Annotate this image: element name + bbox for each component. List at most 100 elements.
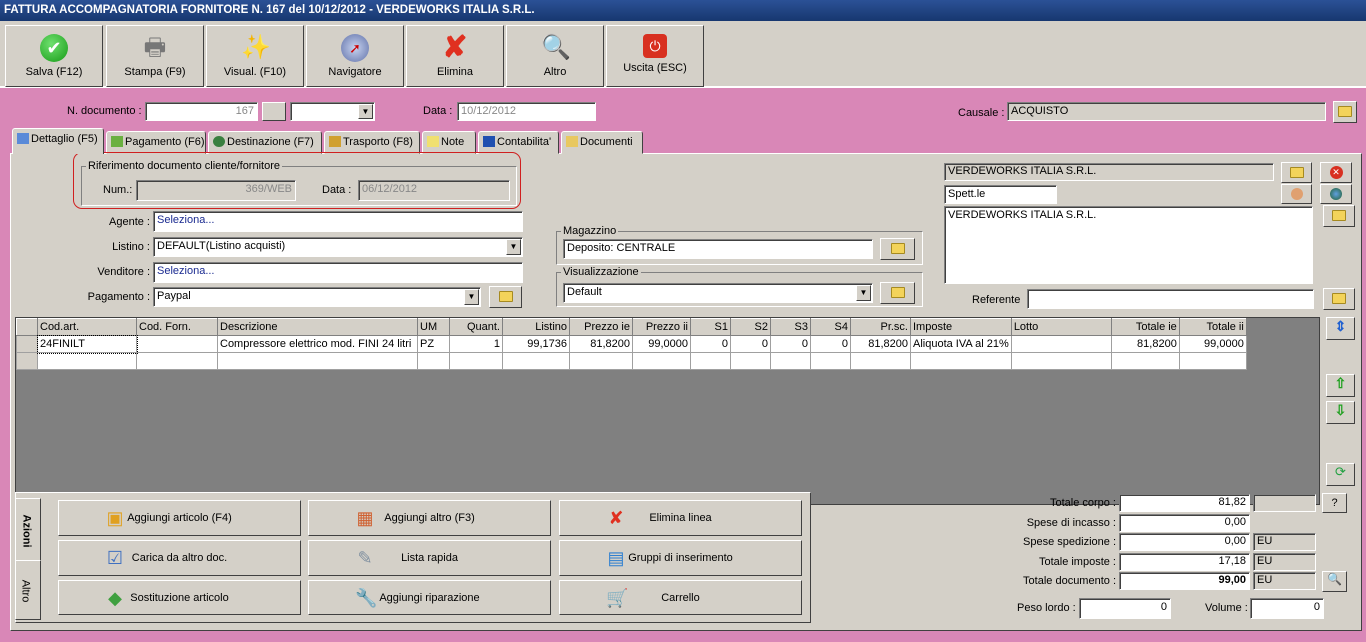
magazzino-browse-button[interactable] bbox=[880, 238, 915, 260]
grid-cell[interactable]: 81,8200 bbox=[1110, 335, 1180, 353]
agente-input[interactable]: Seleziona... bbox=[153, 211, 523, 232]
exit-button[interactable]: ⏻ Uscita (ESC) bbox=[606, 25, 704, 87]
column-header[interactable]: S1 bbox=[690, 318, 731, 336]
column-header[interactable]: Imposte bbox=[910, 318, 1012, 336]
column-header[interactable]: Quant. bbox=[449, 318, 503, 336]
causale-browse-button[interactable] bbox=[1333, 101, 1357, 123]
tab-altro[interactable]: Altro bbox=[15, 560, 41, 620]
date-input[interactable]: 10/12/2012 bbox=[457, 102, 596, 121]
pagamento-select[interactable]: Paypal ▼ bbox=[153, 287, 481, 307]
column-header[interactable]: S3 bbox=[770, 318, 811, 336]
salutation-input[interactable]: Spett.le bbox=[944, 185, 1057, 204]
grid-cell[interactable]: 24FINILT bbox=[36, 334, 138, 354]
grid-cell[interactable] bbox=[730, 352, 771, 370]
ndoc-input[interactable]: 167 bbox=[145, 102, 258, 121]
help-button[interactable]: ? bbox=[1322, 493, 1347, 513]
column-header[interactable]: S4 bbox=[810, 318, 851, 336]
venditore-input[interactable]: Seleziona... bbox=[153, 262, 523, 283]
grid-cell[interactable] bbox=[569, 352, 633, 370]
tab-azioni[interactable]: Azioni bbox=[15, 498, 41, 562]
ref-date-input[interactable]: 06/12/2012 bbox=[358, 180, 510, 201]
navigator-button[interactable]: ➚ Navigatore bbox=[306, 25, 404, 87]
tab-documenti[interactable]: Documenti bbox=[561, 131, 643, 154]
contact-button[interactable] bbox=[1281, 184, 1312, 204]
article-grid[interactable]: Cod.art. Cod. Forn. Descrizione UM Quant. Lis… bbox=[15, 317, 1320, 505]
zoom-totals-button[interactable]: 🔍 bbox=[1322, 571, 1347, 592]
grid-cell[interactable]: PZ bbox=[417, 335, 450, 353]
grid-cell[interactable]: 81,8200 bbox=[850, 335, 911, 353]
grid-cell[interactable] bbox=[1010, 352, 1112, 370]
save-button[interactable]: ✔ Salva (F12) bbox=[5, 25, 103, 87]
grid-cell[interactable] bbox=[136, 352, 218, 370]
grid-cell[interactable] bbox=[690, 352, 731, 370]
visualizzazione-browse-button[interactable] bbox=[880, 282, 915, 304]
tab-contabilita[interactable]: Contabilita' bbox=[478, 131, 559, 154]
grid-cell[interactable]: 99,0000 bbox=[632, 335, 691, 353]
aggiungi-riparazione-button[interactable]: 🔧 Aggiungi riparazione bbox=[308, 580, 551, 615]
web-button[interactable] bbox=[1320, 184, 1352, 204]
table-row[interactable]: 24FINILT Compressore elettrico mod. FINI … bbox=[16, 334, 1247, 354]
print-button[interactable]: 🖶 Stampa (F9) bbox=[106, 25, 204, 87]
carrello-button[interactable]: 🛒 Carrello bbox=[559, 580, 802, 615]
supplier-name-input[interactable]: VERDEWORKS ITALIA S.R.L. bbox=[944, 163, 1274, 181]
grid-cell[interactable]: 0 bbox=[690, 335, 731, 353]
column-header[interactable]: Totale ii bbox=[1178, 318, 1247, 336]
grid-cell[interactable]: 0 bbox=[730, 335, 771, 353]
spese-spedizione-value[interactable]: 0,00 bbox=[1119, 533, 1250, 551]
grid-cell[interactable]: Aliquota IVA al 21% bbox=[910, 335, 1012, 353]
delete-button[interactable]: ✘ Elimina bbox=[406, 25, 504, 87]
column-header[interactable]: S2 bbox=[730, 318, 771, 336]
grid-cell[interactable] bbox=[1110, 352, 1180, 370]
grid-cell[interactable] bbox=[136, 335, 218, 353]
column-header[interactable]: Cod. Forn. bbox=[136, 318, 218, 336]
grid-cell[interactable] bbox=[449, 352, 503, 370]
column-header[interactable]: Pr.sc. bbox=[850, 318, 911, 336]
address-textarea[interactable]: VERDEWORKS ITALIA S.R.L. bbox=[944, 206, 1313, 284]
move-up-button[interactable]: ⇧ bbox=[1326, 374, 1355, 397]
magazzino-input[interactable]: Deposito: CENTRALE bbox=[563, 239, 873, 259]
grid-cell[interactable] bbox=[1178, 352, 1247, 370]
carica-da-altro-doc-button[interactable]: ☑ Carica da altro doc. bbox=[58, 540, 301, 576]
column-header[interactable]: Descrizione bbox=[217, 318, 418, 336]
view-button[interactable]: ✨ Visual. (F10) bbox=[206, 25, 304, 87]
row-selector[interactable] bbox=[16, 352, 38, 370]
sostituzione-articolo-button[interactable]: ◆ Sostituzione articolo bbox=[58, 580, 301, 615]
grid-cell[interactable] bbox=[217, 352, 418, 370]
grid-cell[interactable] bbox=[37, 352, 137, 370]
move-down-button[interactable]: ⇩ bbox=[1326, 401, 1355, 424]
peso-lordo-input[interactable]: 0 bbox=[1079, 598, 1171, 619]
address-browse-button[interactable] bbox=[1323, 205, 1355, 227]
grid-cell[interactable] bbox=[417, 352, 450, 370]
aggiungi-articolo-f4-button[interactable]: ▣ Aggiungi articolo (F4) bbox=[58, 500, 301, 536]
grid-cell[interactable] bbox=[910, 352, 1012, 370]
tab-dettaglio[interactable]: Dettaglio (F5) bbox=[12, 128, 104, 154]
ndoc-series-select[interactable]: ▼ bbox=[290, 102, 375, 121]
column-header[interactable]: Listino bbox=[502, 318, 570, 336]
grid-cell[interactable]: 99,0000 bbox=[1178, 335, 1247, 353]
column-header[interactable]: Prezzo ie bbox=[569, 318, 633, 336]
move-row-button[interactable]: ⇕ bbox=[1326, 317, 1355, 340]
tab-trasporto[interactable]: Trasporto (F8) bbox=[324, 131, 420, 154]
grid-cell[interactable] bbox=[502, 352, 570, 370]
grid-cell[interactable]: Compressore elettrico mod. FINI 24 litri bbox=[217, 335, 418, 353]
column-header[interactable]: Lotto bbox=[1010, 318, 1112, 336]
gruppi-di-inserimento-button[interactable]: ▤ Gruppi di inserimento bbox=[559, 540, 802, 576]
grid-cell[interactable]: 0 bbox=[810, 335, 851, 353]
aggiungi-altro-f3-button[interactable]: ▦ Aggiungi altro (F3) bbox=[308, 500, 551, 536]
grid-cell[interactable]: 99,1736 bbox=[502, 335, 570, 353]
lista-rapida-button[interactable]: ✎ Lista rapida bbox=[308, 540, 551, 576]
ndoc-suffix-button[interactable] bbox=[262, 102, 286, 121]
volume-input[interactable]: 0 bbox=[1250, 598, 1324, 619]
other-button[interactable]: 🔍 Altro bbox=[506, 25, 604, 87]
row-selector[interactable] bbox=[16, 335, 38, 353]
causale-input[interactable]: ACQUISTO bbox=[1007, 102, 1326, 121]
column-header[interactable]: Cod.art. bbox=[37, 318, 137, 336]
grid-cell[interactable]: 81,8200 bbox=[569, 335, 633, 353]
grid-cell[interactable] bbox=[850, 352, 911, 370]
pagamento-browse-button[interactable] bbox=[489, 286, 522, 308]
visualizzazione-select[interactable]: Default ▼ bbox=[563, 283, 873, 303]
column-header[interactable]: UM bbox=[417, 318, 450, 336]
tab-destinazione[interactable]: Destinazione (F7) bbox=[208, 131, 322, 154]
tab-pagamento[interactable]: Pagamento (F6) bbox=[106, 131, 206, 154]
listino-select[interactable]: DEFAULT(Listino acquisti) ▼ bbox=[153, 237, 523, 257]
